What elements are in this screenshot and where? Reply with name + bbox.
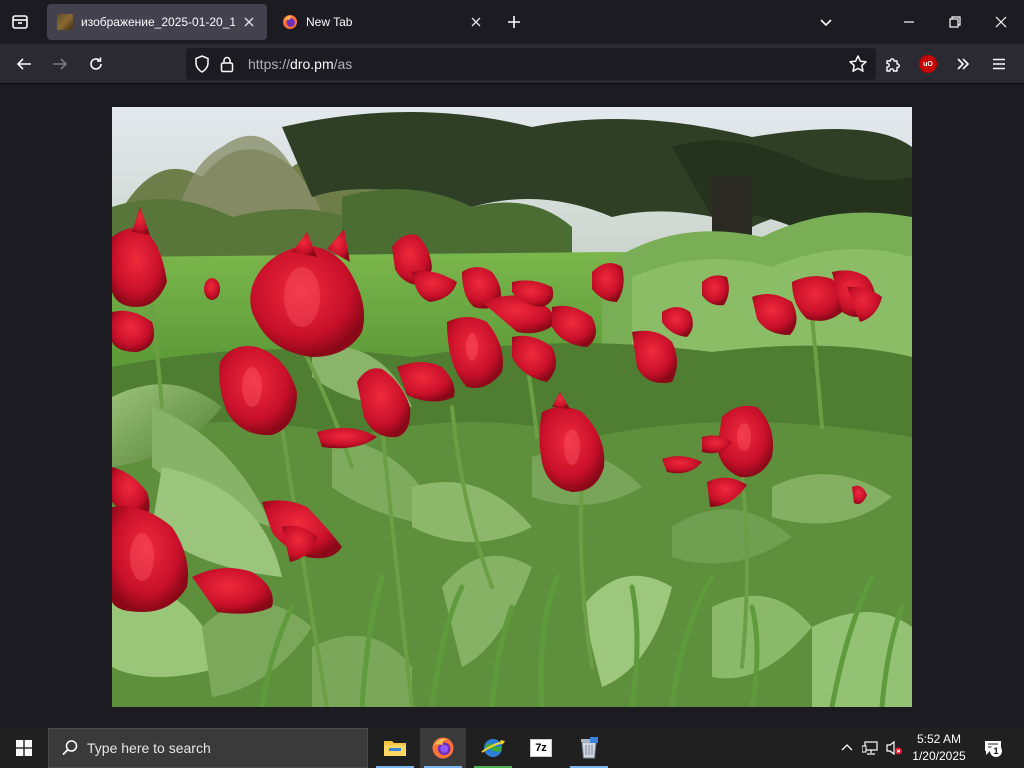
clock-time: 5:52 AM	[916, 732, 962, 746]
taskbar-firefox[interactable]	[420, 728, 466, 768]
hamburger-menu-icon	[993, 58, 1005, 70]
tracking-protection-button[interactable]	[194, 55, 210, 78]
globe-network-icon	[481, 739, 505, 757]
clock-date: 1/20/2025	[912, 749, 966, 763]
url-path: /as	[333, 56, 353, 72]
notification-wrapper: 1	[982, 737, 1004, 759]
firefox-view-icon	[12, 15, 28, 29]
speaker-muted-icon	[886, 740, 902, 756]
forward-button[interactable]	[46, 50, 74, 78]
tulip-garden-photo[interactable]	[112, 107, 912, 707]
taskbar-recycle-utility[interactable]	[566, 728, 612, 768]
close-icon	[471, 17, 481, 27]
show-hidden-icons-button[interactable]	[836, 728, 858, 768]
seven-zip-label: 7z	[535, 742, 547, 754]
volume-button[interactable]	[883, 728, 905, 768]
tab-title: New Tab	[306, 15, 353, 29]
site-security-button[interactable]	[220, 55, 234, 78]
tab-title: изображение_2025-01-20_1252	[81, 15, 235, 29]
network-status-button[interactable]	[860, 728, 882, 768]
windows-logo-icon	[16, 740, 32, 756]
tab-new-tab[interactable]: New Tab	[272, 4, 494, 40]
taskbar-7zip[interactable]: 7z	[518, 728, 564, 768]
url-host: dro.pm	[290, 56, 334, 72]
folder-icon	[384, 741, 406, 756]
url-text[interactable]: https://dro.pm/as	[248, 56, 352, 72]
url-protocol: https://	[248, 56, 291, 72]
ublock-origin-icon: uO	[919, 55, 937, 73]
address-bar[interactable]: https://dro.pm/as	[186, 48, 876, 80]
tulip-garden-image	[112, 107, 912, 707]
minimize-button[interactable]	[886, 0, 932, 44]
tab-image[interactable]: изображение_2025-01-20_1252	[47, 4, 267, 40]
more-tools-button[interactable]	[949, 50, 977, 78]
image-thumbnail-icon	[57, 14, 73, 30]
arrow-left-icon	[16, 58, 31, 70]
minimize-icon	[904, 21, 914, 23]
tab-strip: изображение_2025-01-20_1252 New Tab	[0, 0, 1024, 44]
notification-center-button[interactable]: 1	[978, 728, 1008, 768]
notification-count-badge: 1	[990, 745, 1002, 757]
shield-icon	[195, 55, 209, 73]
arrow-right-icon	[53, 58, 68, 70]
taskbar-search[interactable]	[48, 728, 368, 768]
firefox-icon	[432, 737, 454, 759]
plus-icon	[508, 16, 520, 28]
chevron-down-icon	[820, 19, 832, 27]
navigation-toolbar: https://dro.pm/as uO	[0, 44, 1024, 84]
lock-icon	[220, 56, 234, 73]
windows-taskbar: 7z 5:52 AM 1/20/2025	[0, 728, 1024, 768]
back-button[interactable]	[10, 50, 38, 78]
chevron-up-icon	[841, 744, 853, 751]
restore-icon	[949, 16, 961, 28]
reload-button[interactable]	[82, 50, 110, 78]
restore-button[interactable]	[932, 0, 978, 44]
taskbar-file-explorer[interactable]	[372, 728, 418, 768]
close-icon	[244, 17, 254, 27]
tab-close-button[interactable]	[241, 14, 257, 30]
app-menu-button[interactable]	[985, 50, 1013, 78]
double-chevron-right-icon	[957, 58, 970, 70]
reload-icon	[90, 57, 102, 70]
new-tab-button[interactable]	[502, 10, 526, 34]
start-button[interactable]	[0, 728, 48, 768]
recycle-bin-icon	[581, 737, 598, 759]
firefox-view-button[interactable]	[8, 10, 32, 34]
puzzle-piece-icon	[886, 58, 900, 72]
search-icon	[62, 740, 78, 756]
extensions-button[interactable]	[879, 50, 907, 78]
bookmark-button[interactable]	[848, 54, 868, 79]
taskbar-network-app[interactable]	[470, 728, 516, 768]
network-monitor-icon	[862, 741, 878, 755]
seven-zip-icon: 7z	[530, 739, 552, 757]
close-window-button[interactable]	[978, 0, 1024, 44]
taskbar-clock[interactable]: 5:52 AM 1/20/2025	[906, 731, 972, 765]
search-input[interactable]	[87, 740, 347, 756]
tab-close-button[interactable]	[468, 14, 484, 30]
ublock-label: uO	[923, 60, 933, 68]
list-all-tabs-button[interactable]	[814, 10, 838, 34]
ublock-origin-button[interactable]: uO	[914, 50, 942, 78]
close-icon	[995, 16, 1007, 28]
firefox-icon	[283, 15, 297, 29]
page-content	[0, 85, 1024, 728]
star-icon	[849, 55, 867, 72]
